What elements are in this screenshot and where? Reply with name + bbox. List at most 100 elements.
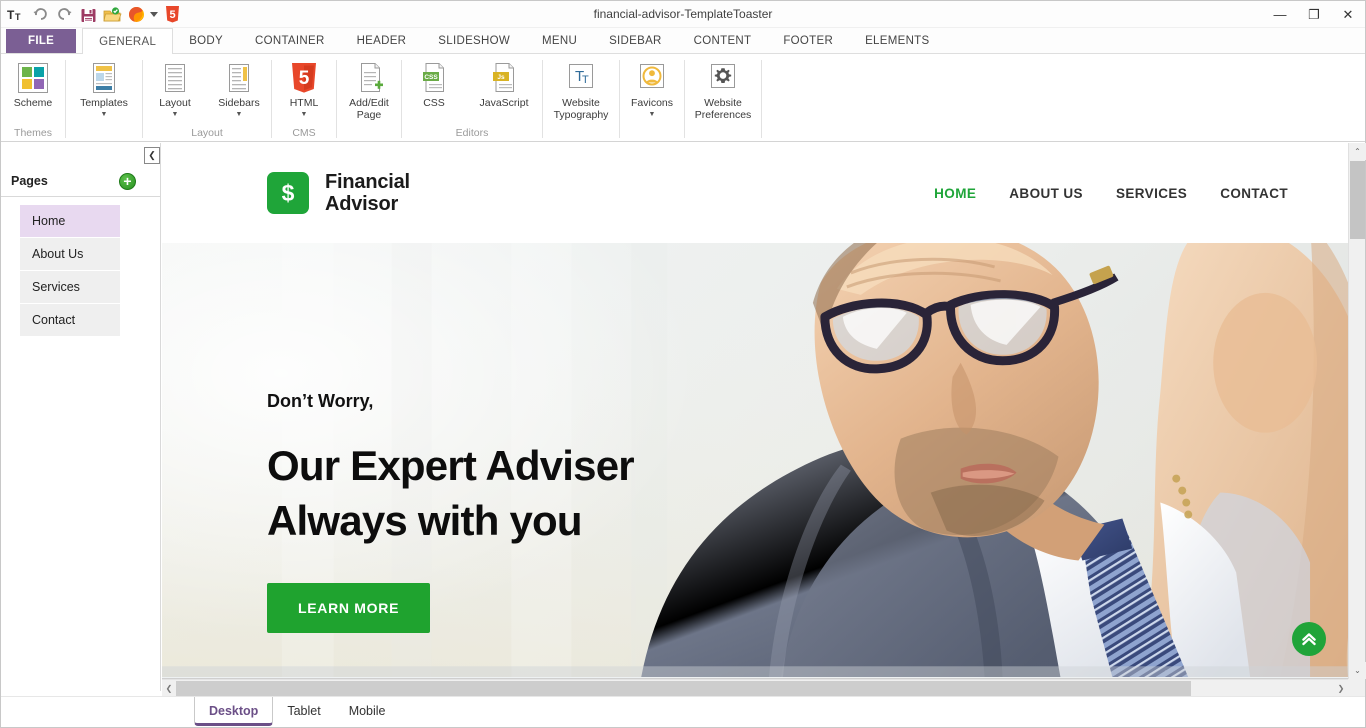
javascript-label: JavaScript xyxy=(479,97,529,109)
ribbon-group-title-typography xyxy=(543,126,619,142)
brand-name-line2: Advisor xyxy=(325,193,399,215)
chevron-down-icon[interactable]: ▼ xyxy=(301,111,308,119)
site-nav[interactable]: HOME ABOUT US SERVICES CONTACT xyxy=(934,186,1306,201)
layout-label: Layout xyxy=(159,97,191,109)
sidebars-button[interactable]: Sidebars ▼ xyxy=(207,58,271,119)
scroll-up-arrow-icon[interactable]: ⌃ xyxy=(1349,143,1366,160)
ribbon-tab-content[interactable]: CONTENT xyxy=(678,28,768,54)
hero-slideshow[interactable]: Don’t Worry, Our Expert Adviser Always w… xyxy=(162,243,1348,678)
page-item-services[interactable]: Services xyxy=(20,271,120,303)
ribbon-group-typography: T T Website Typography xyxy=(543,54,619,142)
layout-button[interactable]: Layout ▼ xyxy=(143,58,207,119)
html-label: HTML xyxy=(289,97,319,109)
pages-list: Home About Us Services Contact xyxy=(20,205,120,337)
ribbon-group-title-layout: Layout xyxy=(191,127,223,139)
page-item-about-us[interactable]: About Us xyxy=(20,238,120,270)
ribbon-tab-header[interactable]: HEADER xyxy=(341,28,423,54)
website-typography-label: Website Typography xyxy=(553,97,609,121)
scroll-down-arrow-icon[interactable]: ⌄ xyxy=(1349,662,1366,679)
ribbon-group-title-page xyxy=(337,126,401,142)
chevron-down-icon[interactable]: ▼ xyxy=(101,111,108,119)
hero-kicker: Don’t Worry, xyxy=(267,391,374,411)
close-button[interactable]: ✕ xyxy=(1331,1,1365,28)
sidebars-icon xyxy=(222,60,256,96)
ribbon-tab-slideshow[interactable]: SLIDESHOW xyxy=(422,28,526,54)
ribbon-tab-general[interactable]: GENERAL xyxy=(82,28,174,55)
website-typography-button[interactable]: T T Website Typography xyxy=(543,58,619,121)
nav-link-services[interactable]: SERVICES xyxy=(1116,186,1187,201)
ribbon-tab-elements[interactable]: ELEMENTS xyxy=(849,28,945,54)
templates-button[interactable]: Templates ▼ xyxy=(66,58,142,119)
add-edit-page-button[interactable]: Add/Edit Page xyxy=(337,58,401,121)
favicons-button[interactable]: Favicons ▼ xyxy=(620,58,684,119)
js-file-icon: Js xyxy=(488,60,520,96)
vertical-scroll-thumb[interactable] xyxy=(1350,161,1365,239)
ribbon-tab-menu[interactable]: MENU xyxy=(526,28,593,54)
site-brand[interactable]: $ Financial Advisor xyxy=(267,171,410,215)
device-tab-tablet[interactable]: Tablet xyxy=(273,697,335,726)
page-item-contact[interactable]: Contact xyxy=(20,304,120,336)
nav-link-home[interactable]: HOME xyxy=(934,186,976,201)
ribbon-group-templates: Templates ▼ xyxy=(66,54,142,142)
css-button[interactable]: CSS CSS xyxy=(402,58,466,110)
ribbon-tab-body[interactable]: BODY xyxy=(173,28,239,54)
horizontal-scroll-thumb[interactable] xyxy=(176,681,1191,696)
ribbon-tab-sidebar[interactable]: SIDEBAR xyxy=(593,28,678,54)
device-tab-mobile[interactable]: Mobile xyxy=(334,697,400,726)
nav-link-about-us[interactable]: ABOUT US xyxy=(1009,186,1083,201)
chevron-down-icon[interactable]: ▼ xyxy=(172,111,179,119)
nav-link-contact[interactable]: CONTACT xyxy=(1220,186,1288,201)
add-edit-page-icon xyxy=(353,60,385,96)
gear-icon xyxy=(707,60,739,96)
pages-title: Pages xyxy=(11,173,48,188)
css-label: CSS xyxy=(423,97,445,109)
html5-shield-icon: 5 xyxy=(289,60,319,96)
svg-text:CSS: CSS xyxy=(424,74,438,81)
website-preview[interactable]: $ Financial Advisor HOME ABOUT US SERVICES… xyxy=(162,143,1348,679)
preview-vertical-scrollbar[interactable]: ⌃ ⌄ xyxy=(1348,143,1366,679)
dollar-logo-icon: $ xyxy=(267,172,309,214)
hero-text-block: Don’t Worry, Our Expert Adviser Always w… xyxy=(267,391,635,633)
ribbon-group-page: Add/Edit Page xyxy=(337,54,401,142)
chevron-down-icon[interactable]: ▼ xyxy=(236,111,243,119)
favicon-icon xyxy=(636,60,668,96)
ribbon-group-title-preferences xyxy=(685,126,761,142)
scroll-right-arrow-icon[interactable]: ❯ xyxy=(1334,680,1348,697)
pages-header: Pages + xyxy=(1,165,161,197)
add-page-button[interactable]: + xyxy=(119,173,136,190)
maximize-button[interactable]: ❐ xyxy=(1297,1,1331,28)
templates-label: Templates xyxy=(80,97,128,109)
device-tab-desktop[interactable]: Desktop xyxy=(194,697,274,726)
preview-horizontal-scrollbar[interactable]: ❮ ❯ xyxy=(162,679,1348,696)
site-header[interactable]: $ Financial Advisor HOME ABOUT US SERVICES… xyxy=(162,143,1348,243)
collapse-panel-button[interactable]: ❮ xyxy=(144,147,160,164)
page-item-home[interactable]: Home xyxy=(20,205,120,237)
ribbon: Scheme Themes Templates ▼ Layout ▼ Sideb… xyxy=(1,54,1365,142)
scroll-left-arrow-icon[interactable]: ❮ xyxy=(162,680,176,697)
svg-text:5: 5 xyxy=(299,68,310,89)
ribbon-tab-container[interactable]: CONTAINER xyxy=(239,28,341,54)
hero-title-line2: Always with you xyxy=(267,497,583,544)
ribbon-group-title-templates xyxy=(66,126,142,142)
minimize-button[interactable]: — xyxy=(1263,1,1297,28)
ribbon-tab-footer[interactable]: FOOTER xyxy=(767,28,849,54)
ribbon-group-themes: Scheme Themes xyxy=(1,54,65,142)
html-button[interactable]: 5 HTML ▼ xyxy=(272,58,336,119)
ribbon-tab-file[interactable]: FILE xyxy=(6,29,77,53)
brand-name-line1: Financial xyxy=(325,171,410,193)
ribbon-group-title-editors: Editors xyxy=(455,127,489,139)
ribbon-group-favicons: Favicons ▼ xyxy=(620,54,684,142)
ribbon-group-title-themes: Themes xyxy=(14,127,52,139)
website-preferences-label: Website Preferences xyxy=(694,97,752,121)
javascript-button[interactable]: Js JavaScript xyxy=(466,58,542,110)
scroll-to-top-icon[interactable] xyxy=(1292,622,1326,656)
scheme-button[interactable]: Scheme xyxy=(1,58,65,110)
chevron-down-icon[interactable]: ▼ xyxy=(649,111,656,119)
favicons-label: Favicons xyxy=(630,97,673,109)
learn-more-button[interactable]: LEARN MORE xyxy=(267,583,431,633)
scrollbar-corner xyxy=(1348,679,1365,696)
hero-title-line1: Our Expert Adviser xyxy=(267,442,635,489)
svg-text:Js: Js xyxy=(497,74,505,81)
css-file-icon: CSS xyxy=(418,60,450,96)
website-preferences-button[interactable]: Website Preferences xyxy=(685,58,761,121)
